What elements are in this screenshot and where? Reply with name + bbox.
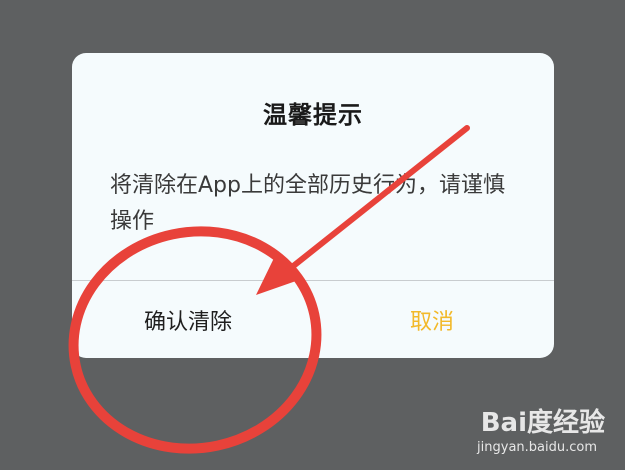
confirm-clear-button[interactable]: 确认清除 [72,281,313,358]
cancel-button[interactable]: 取消 [313,281,554,358]
dialog-message: 将清除在App上的全部历史行为，请谨慎操作 [110,173,505,234]
dialog-title: 温馨提示 [263,101,363,129]
watermark-logo: Bai度经验 [480,408,605,438]
baidu-watermark: Bai度经验 jingyan.baidu.com [455,402,605,462]
confirm-dialog: 温馨提示 将清除在App上的全部历史行为，请谨慎操作 确认清除 取消 [72,53,554,358]
watermark-url: jingyan.baidu.com [477,440,597,455]
